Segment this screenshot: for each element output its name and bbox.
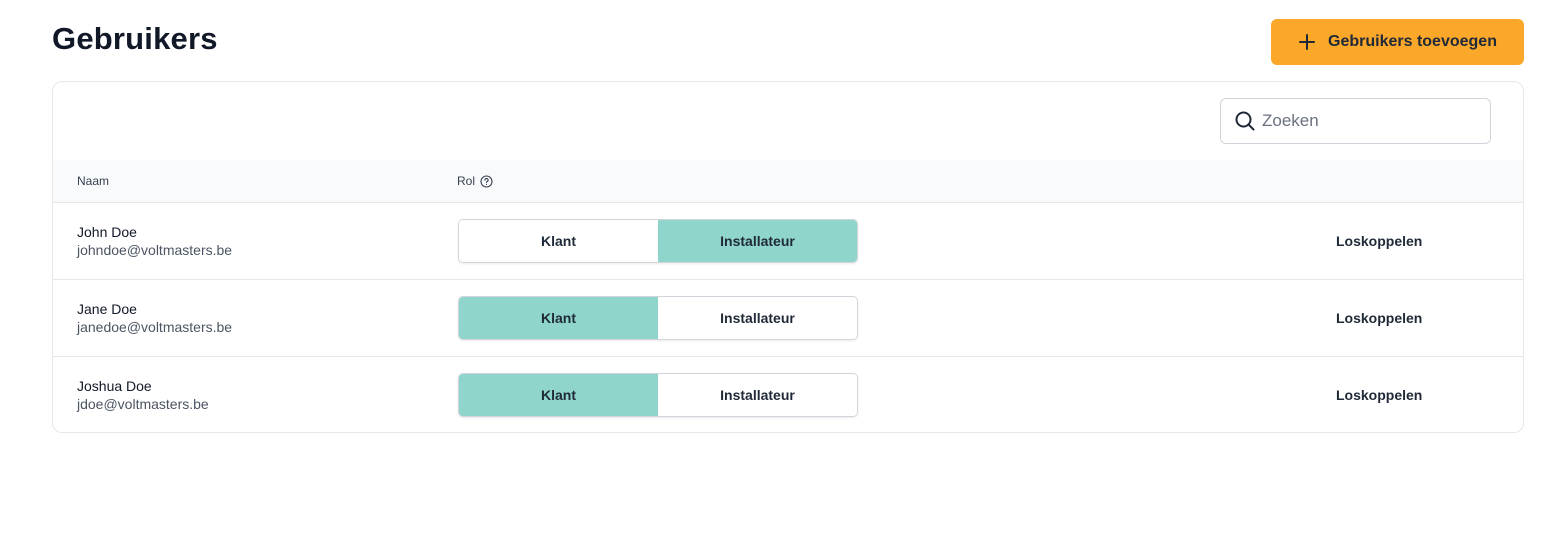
role-toggle: Klant Installateur xyxy=(458,296,858,340)
role-option-klant[interactable]: Klant xyxy=(459,374,658,416)
table-row: John Doe johndoe@voltmasters.be Klant In… xyxy=(53,203,1523,280)
role-toggle: Klant Installateur xyxy=(458,373,858,417)
user-email: janedoe@voltmasters.be xyxy=(77,319,233,335)
column-header-role: Rol xyxy=(457,160,493,202)
unlink-button[interactable]: Loskoppelen xyxy=(1336,357,1422,432)
user-email: jdoe@voltmasters.be xyxy=(77,396,209,412)
add-users-button-label: Gebruikers toevoegen xyxy=(1328,33,1497,50)
search-input[interactable] xyxy=(1262,111,1482,131)
role-option-klant[interactable]: Klant xyxy=(459,297,658,339)
users-card: Naam Rol John Doe johndoe@voltmasters.be… xyxy=(52,81,1524,433)
table-header: Naam Rol xyxy=(53,160,1523,203)
page-title: Gebruikers xyxy=(52,21,218,56)
plus-icon xyxy=(1298,33,1316,51)
role-option-installateur[interactable]: Installateur xyxy=(658,220,857,262)
role-option-klant[interactable]: Klant xyxy=(459,220,658,262)
question-circle-icon[interactable] xyxy=(480,174,493,188)
search-icon xyxy=(1234,110,1256,132)
table-row: Jane Doe janedoe@voltmasters.be Klant In… xyxy=(53,280,1523,357)
column-header-name-label: Naam xyxy=(77,174,110,188)
column-header-name: Naam xyxy=(77,160,109,202)
user-name: Jane Doe xyxy=(77,301,137,317)
user-email: johndoe@voltmasters.be xyxy=(77,242,233,258)
column-header-role-label: Rol xyxy=(457,174,476,188)
add-users-button[interactable]: Gebruikers toevoegen xyxy=(1271,19,1524,65)
role-option-installateur[interactable]: Installateur xyxy=(658,297,857,339)
role-option-installateur[interactable]: Installateur xyxy=(658,374,857,416)
unlink-button[interactable]: Loskoppelen xyxy=(1336,280,1422,356)
role-toggle: Klant Installateur xyxy=(458,219,858,263)
user-name: Joshua Doe xyxy=(77,378,152,394)
table-row: Joshua Doe jdoe@voltmasters.be Klant Ins… xyxy=(53,357,1523,432)
unlink-button[interactable]: Loskoppelen xyxy=(1336,203,1422,279)
user-name: John Doe xyxy=(77,224,137,240)
search-box[interactable] xyxy=(1220,98,1491,144)
